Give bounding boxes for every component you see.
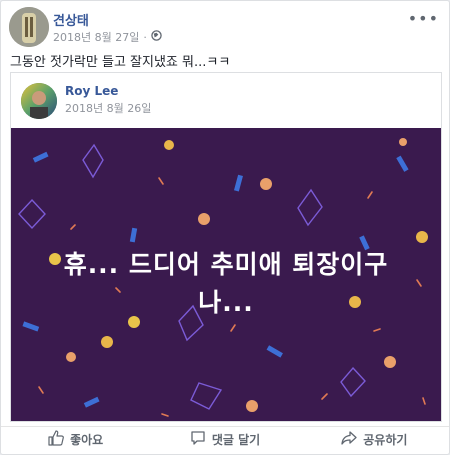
like-label: 좋아요 bbox=[70, 433, 104, 447]
share-icon bbox=[341, 430, 357, 449]
shared-date[interactable]: 2018년 8월 26일 bbox=[65, 100, 151, 116]
post-options-icon[interactable]: ••• bbox=[408, 9, 439, 28]
thumbs-up-icon bbox=[48, 430, 64, 449]
comment-button[interactable]: 댓글 달기 bbox=[150, 427, 299, 452]
share-label: 공유하기 bbox=[363, 433, 408, 447]
share-button[interactable]: 공유하기 bbox=[300, 427, 449, 452]
shared-author-name[interactable]: Roy Lee bbox=[65, 84, 118, 98]
post-text: 그동안 젓가락만 들고 잘지냈죠 뭐...ㅋㅋ bbox=[10, 55, 231, 70]
banner-line-1: 휴... 드디어 추미애 퇴장이구 bbox=[63, 250, 389, 279]
shared-author-avatar[interactable] bbox=[21, 83, 57, 119]
post-date[interactable]: 2018년 8월 27일 bbox=[53, 29, 139, 45]
action-bar: 좋아요 댓글 달기 공유하기 bbox=[1, 426, 449, 452]
text-banner: 휴... 드디어 추미애 퇴장이구 나... bbox=[11, 128, 441, 421]
author-name[interactable]: 견상태 bbox=[53, 10, 89, 29]
post-meta: 2018년 8월 27일 · bbox=[53, 29, 162, 45]
author-avatar[interactable] bbox=[9, 7, 49, 47]
banner-line-2: 나... bbox=[198, 288, 254, 317]
shared-post[interactable]: Roy Lee 2018년 8월 26일 휴... 드디어 추미애 퇴장이구 나… bbox=[10, 72, 442, 422]
post-card: 견상태 2018년 8월 27일 · ••• 그동안 젓가락만 들고 잘지냈죠 … bbox=[0, 0, 450, 455]
like-button[interactable]: 좋아요 bbox=[1, 427, 150, 452]
globe-icon bbox=[151, 30, 162, 44]
banner-text: 휴... 드디어 추미애 퇴장이구 나... bbox=[11, 246, 441, 322]
comment-icon bbox=[190, 430, 206, 449]
meta-separator: · bbox=[143, 30, 147, 44]
comment-label: 댓글 달기 bbox=[211, 433, 261, 447]
